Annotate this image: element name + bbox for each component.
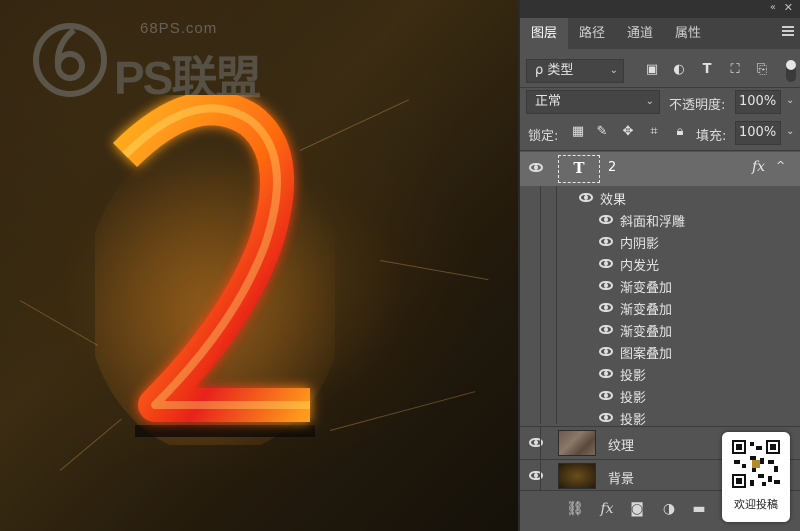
divider [540,460,541,492]
effect-item[interactable]: 渐变叠加 [520,274,800,296]
lock-artboard-icon[interactable]: ⌗ [646,124,662,140]
effect-label: 图案叠加 [620,347,673,362]
watermark-site: 68PS.com [140,20,218,37]
layer-name[interactable]: 背景 [608,468,634,487]
effect-item[interactable]: 斜面和浮雕 [520,208,800,230]
visibility-eye-icon[interactable] [599,347,613,356]
divider [520,150,800,151]
scratch-line [379,260,489,281]
fill-input[interactable]: 100% [735,121,781,145]
effect-label: 斜面和浮雕 [620,215,686,230]
type-layer-icon: T [573,159,585,177]
effect-item[interactable]: 投影 [520,384,800,406]
panel-title-bar: « ✕ [520,0,800,18]
effect-item[interactable]: 投影 [520,406,800,428]
glowing-number-two [95,95,335,445]
effect-label: 投影 [620,391,647,406]
qr-code-card[interactable]: 欢迎投稿 [722,432,790,522]
chevron-down-icon: ⌄ [645,96,654,107]
adjustment-filter-icon[interactable]: ◐ [671,62,687,78]
new-group-icon[interactable]: ▬ [690,501,708,517]
lock-position-icon[interactable]: ✥ [620,124,636,140]
divider [540,427,541,459]
scratch-line [19,300,99,346]
adjustment-layer-icon[interactable]: ◑ [660,501,678,517]
effect-item[interactable]: 内发光 [520,252,800,274]
opacity-chevron-icon[interactable]: ⌄ [786,95,794,106]
effect-label: 投影 [620,369,647,384]
opacity-input[interactable]: 100% [735,90,781,114]
lock-all-icon[interactable]: 🔒︎ [672,124,688,140]
smart-object-filter-icon[interactable]: ⎘ [754,62,770,78]
effect-item[interactable]: 渐变叠加 [520,318,800,340]
visibility-eye-icon[interactable] [599,391,613,400]
opacity-label: 不透明度: [669,98,726,113]
image-filter-icon[interactable]: ▣ [644,62,660,78]
panel-menu-icon[interactable] [782,26,794,36]
panel-tabs: 图层 路径 通道 属性 [520,18,800,49]
effect-item[interactable]: 投影 [520,362,800,384]
visibility-eye-icon[interactable] [599,413,613,422]
effect-item[interactable]: 内阴影 [520,230,800,252]
fill-chevron-icon[interactable]: ⌄ [786,126,794,137]
add-mask-icon[interactable]: ◙ [628,501,646,517]
effect-item[interactable]: 渐变叠加 [520,296,800,318]
lock-transparent-pixels-icon[interactable]: ▦ [570,124,586,140]
tab-paths[interactable]: 路径 [568,18,616,49]
visibility-eye-icon[interactable] [579,193,593,202]
effects-header[interactable]: 效果 [520,186,800,208]
watermark-logo: 68PS.com PS联盟 [30,20,261,104]
layer-row-text[interactable]: T 2 fx ^ [520,152,800,186]
document-canvas[interactable]: 68PS.com PS联盟 [0,0,518,531]
scratch-line [329,391,476,431]
chevron-down-icon: ⌄ [609,65,618,76]
effect-label: 渐变叠加 [620,281,673,296]
visibility-eye-icon[interactable] [599,325,613,334]
watermark-emblem-icon [33,23,107,97]
layer-filter-kind-select[interactable]: ρ 类型 ⌄ [526,59,624,83]
visibility-eye-icon[interactable] [599,215,613,224]
collapse-panel-icon[interactable]: « [770,2,776,13]
lock-image-pixels-icon[interactable]: ✎ [594,124,610,140]
tab-properties[interactable]: 属性 [664,18,712,49]
visibility-eye-icon[interactable] [529,163,543,172]
texture-layer-thumbnail [558,430,596,456]
fx-icon[interactable]: fx [598,501,616,517]
visibility-eye-icon[interactable] [599,237,613,246]
qr-code-image [730,438,782,490]
filter-toggle-switch[interactable] [786,60,796,82]
effect-item[interactable]: 图案叠加 [520,340,800,362]
qr-caption: 欢迎投稿 [734,498,778,511]
type-filter-icon[interactable]: T [699,62,715,78]
blend-mode-value: 正常 [535,94,562,109]
effect-label: 渐变叠加 [620,303,673,318]
layer-name[interactable]: 纹理 [608,435,634,454]
collapse-effects-icon[interactable]: ^ [776,159,785,172]
tab-channels[interactable]: 通道 [616,18,664,49]
text-layer-thumbnail: T [558,155,600,183]
visibility-eye-icon[interactable] [599,303,613,312]
effects-label: 效果 [600,193,627,208]
layer-filter-kind-label: ρ 类型 [535,63,574,78]
lock-label: 锁定: [528,129,559,144]
fill-label: 填充: [696,129,727,144]
layer-name[interactable]: 2 [608,160,616,175]
close-panel-icon[interactable]: ✕ [784,1,793,14]
link-layers-icon[interactable]: ⛓ [566,501,584,517]
fx-indicator-icon[interactable]: fx [752,159,765,175]
visibility-eye-icon[interactable] [599,369,613,378]
background-layer-thumbnail [558,463,596,489]
effect-label: 内发光 [620,259,660,274]
visibility-eye-icon[interactable] [599,259,613,268]
divider [520,87,800,88]
tab-layers[interactable]: 图层 [520,18,569,49]
visibility-eye-icon[interactable] [599,281,613,290]
effect-label: 渐变叠加 [620,325,673,340]
shape-filter-icon[interactable]: ⛶ [727,62,743,78]
blend-mode-select[interactable]: 正常 ⌄ [526,90,660,114]
effect-label: 内阴影 [620,237,660,252]
